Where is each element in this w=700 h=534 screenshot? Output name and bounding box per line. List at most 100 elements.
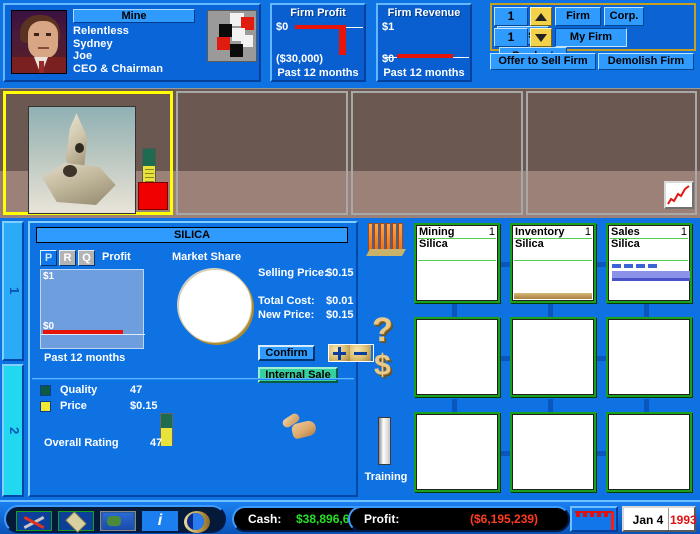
product-title: SILICA bbox=[36, 227, 348, 243]
profit-graph-footer: Past 12 months bbox=[44, 352, 126, 364]
department-cell-mining[interactable]: 1 Mining Silica bbox=[414, 223, 500, 303]
back-arrow-icon[interactable] bbox=[184, 511, 220, 533]
firm-line-1: Relentless bbox=[73, 25, 130, 37]
department-cell-empty-4[interactable] bbox=[414, 317, 500, 397]
firm-profit-panel[interactable]: Firm Profit $0 ($30,000) Past 12 months bbox=[270, 3, 366, 82]
demolish-firm-button[interactable]: Demolish Firm bbox=[598, 53, 694, 70]
panel-divider bbox=[32, 378, 354, 380]
cell-count-inventory: 1 bbox=[584, 226, 591, 238]
profit-readout-label: Profit: bbox=[364, 512, 400, 526]
overall-rating-label: Overall Rating bbox=[44, 437, 119, 449]
city-lot-strip bbox=[0, 88, 700, 219]
ceo-portrait-icon bbox=[11, 10, 67, 74]
firm-profit-title: Firm Profit bbox=[290, 7, 346, 19]
firm-name-tag[interactable]: Mine bbox=[73, 9, 195, 23]
lot-quality-meter-icon bbox=[142, 148, 156, 185]
firm-profit-bottom-tick: ($30,000) bbox=[276, 53, 324, 65]
selector-scope-corp[interactable]: Corp. bbox=[604, 7, 644, 26]
finance-dollar-icon[interactable]: $ bbox=[374, 349, 391, 383]
price-value: $0.15 bbox=[130, 400, 158, 412]
product-upper-section: P R Q Profit Market Share $1 $0 Past 12 … bbox=[30, 247, 374, 383]
triangle-down-icon[interactable] bbox=[530, 28, 552, 47]
graph-mode-p-button[interactable]: P bbox=[40, 250, 57, 266]
date-display: Jan 4 1993 bbox=[622, 506, 697, 532]
game-speed-control[interactable] bbox=[570, 506, 618, 532]
build-tools-icon[interactable] bbox=[16, 511, 52, 531]
confirm-button[interactable]: Confirm bbox=[258, 345, 315, 361]
product-profit-graph[interactable]: $1 $0 bbox=[40, 269, 145, 349]
firm-actions-row: Offer to Sell Firm Demolish Firm bbox=[490, 53, 696, 70]
cell-product-sales: Silica bbox=[611, 238, 640, 250]
selling-price-label: Selling Price: bbox=[258, 267, 328, 279]
firm-line-3: Joe bbox=[73, 50, 93, 62]
firm-profit-top-tick: $0 bbox=[276, 21, 289, 33]
product-detail-panel: SILICA P R Q Profit Market Share $1 $0 P… bbox=[28, 221, 374, 497]
department-cell-empty-9[interactable] bbox=[606, 412, 692, 492]
new-price-value: $0.15 bbox=[326, 309, 354, 321]
firm-revenue-bottom-tick: $0 bbox=[382, 53, 395, 65]
firm-revenue-top-tick: $1 bbox=[382, 21, 395, 33]
new-price-label: New Price: bbox=[258, 309, 315, 321]
overall-rating-value: 47 bbox=[150, 437, 163, 449]
department-cell-sales[interactable]: 1 Sales Silica bbox=[606, 223, 692, 303]
info-glyph: i bbox=[157, 512, 163, 529]
offer-to-sell-firm-button[interactable]: Offer to Sell Firm bbox=[490, 53, 596, 70]
quality-value: 47 bbox=[130, 384, 143, 396]
triangle-up-icon[interactable] bbox=[530, 7, 552, 26]
selling-price-value: $0.15 bbox=[326, 267, 354, 279]
firm-revenue-panel[interactable]: Firm Revenue $1 $0 Past 12 months bbox=[376, 3, 472, 82]
sales-tick-marks bbox=[612, 264, 660, 268]
cash-label: Cash: bbox=[248, 512, 282, 526]
department-cell-empty-5[interactable] bbox=[510, 317, 596, 397]
trend-chart-icon[interactable] bbox=[664, 181, 694, 209]
graph-mode-r-button[interactable]: R bbox=[59, 250, 76, 266]
price-swatch-icon bbox=[40, 401, 51, 412]
panel-tab-1[interactable]: 1 bbox=[2, 221, 24, 361]
total-cost-row: Total Cost: $0.01 bbox=[258, 295, 354, 309]
lot-output-block-icon bbox=[138, 182, 168, 210]
firm-revenue-footer: Past 12 months bbox=[383, 67, 465, 79]
training-label: Training bbox=[364, 471, 408, 483]
selector-number-1[interactable]: 1 bbox=[494, 7, 528, 26]
training-bar-icon[interactable] bbox=[378, 417, 391, 465]
firm-revenue-title: Firm Revenue bbox=[387, 7, 461, 19]
new-price-row: New Price: $0.15 bbox=[258, 309, 354, 323]
top-status-bar: Mine Relentless Sydney Joe CEO & Chairma… bbox=[0, 0, 700, 88]
department-cell-empty-8[interactable] bbox=[510, 412, 596, 492]
lot-3[interactable] bbox=[351, 91, 523, 215]
view-selector-block: 1 Firm Corp. This City 1 My Firm Product bbox=[490, 3, 696, 66]
cell-title-mining: 1 Mining bbox=[419, 226, 495, 238]
main-body: 1 2 SILICA P R Q Profit Market Share $1 … bbox=[0, 218, 700, 500]
graph-mode-q-button[interactable]: Q bbox=[78, 250, 95, 266]
selling-price-row: Selling Price: $0.15 bbox=[258, 267, 354, 281]
graph-mode-buttons: P R Q bbox=[40, 250, 97, 266]
info-icon[interactable]: i bbox=[142, 511, 178, 531]
world-map-icon[interactable] bbox=[100, 511, 136, 531]
firm-identity-panel[interactable]: Mine Relentless Sydney Joe CEO & Chairma… bbox=[3, 3, 261, 82]
profit-readout: Profit: ($6,195,239) bbox=[348, 506, 570, 532]
firm-line-4: CEO & Chairman bbox=[73, 62, 164, 75]
panel-tabs: 1 2 bbox=[2, 221, 26, 497]
firm-profit-graph: $0 ($30,000) bbox=[275, 21, 363, 65]
cell-product-inventory: Silica bbox=[515, 238, 544, 250]
lot-1-selected[interactable] bbox=[3, 91, 173, 215]
department-cell-empty-7[interactable] bbox=[414, 412, 500, 492]
bottom-toolbar: i Cash: $38,896,600 Profit: ($6,195,239)… bbox=[0, 500, 700, 534]
help-question-icon[interactable]: ? bbox=[372, 311, 393, 350]
department-cell-inventory[interactable]: 1 Inventory Silica bbox=[510, 223, 596, 303]
company-logo-icon bbox=[207, 10, 257, 62]
sales-volume-bar-2 bbox=[612, 278, 690, 281]
selector-number-2[interactable]: 1 bbox=[494, 28, 528, 47]
game-window: Mine Relentless Sydney Joe CEO & Chairma… bbox=[0, 0, 700, 534]
lot-2[interactable] bbox=[176, 91, 348, 215]
city-map-icon[interactable] bbox=[58, 511, 94, 533]
quality-label: Quality bbox=[60, 384, 98, 396]
profit-label: Profit bbox=[102, 251, 131, 263]
toolbar-button-pod: i bbox=[4, 505, 226, 533]
stock-crate-icon[interactable] bbox=[366, 223, 406, 257]
panel-tab-2[interactable]: 2 bbox=[2, 364, 24, 497]
selector-my-firm[interactable]: My Firm bbox=[555, 28, 627, 47]
department-cell-empty-6[interactable] bbox=[606, 317, 692, 397]
selector-scope-firm[interactable]: Firm bbox=[555, 7, 601, 26]
plus-circle-icon[interactable] bbox=[329, 345, 350, 361]
